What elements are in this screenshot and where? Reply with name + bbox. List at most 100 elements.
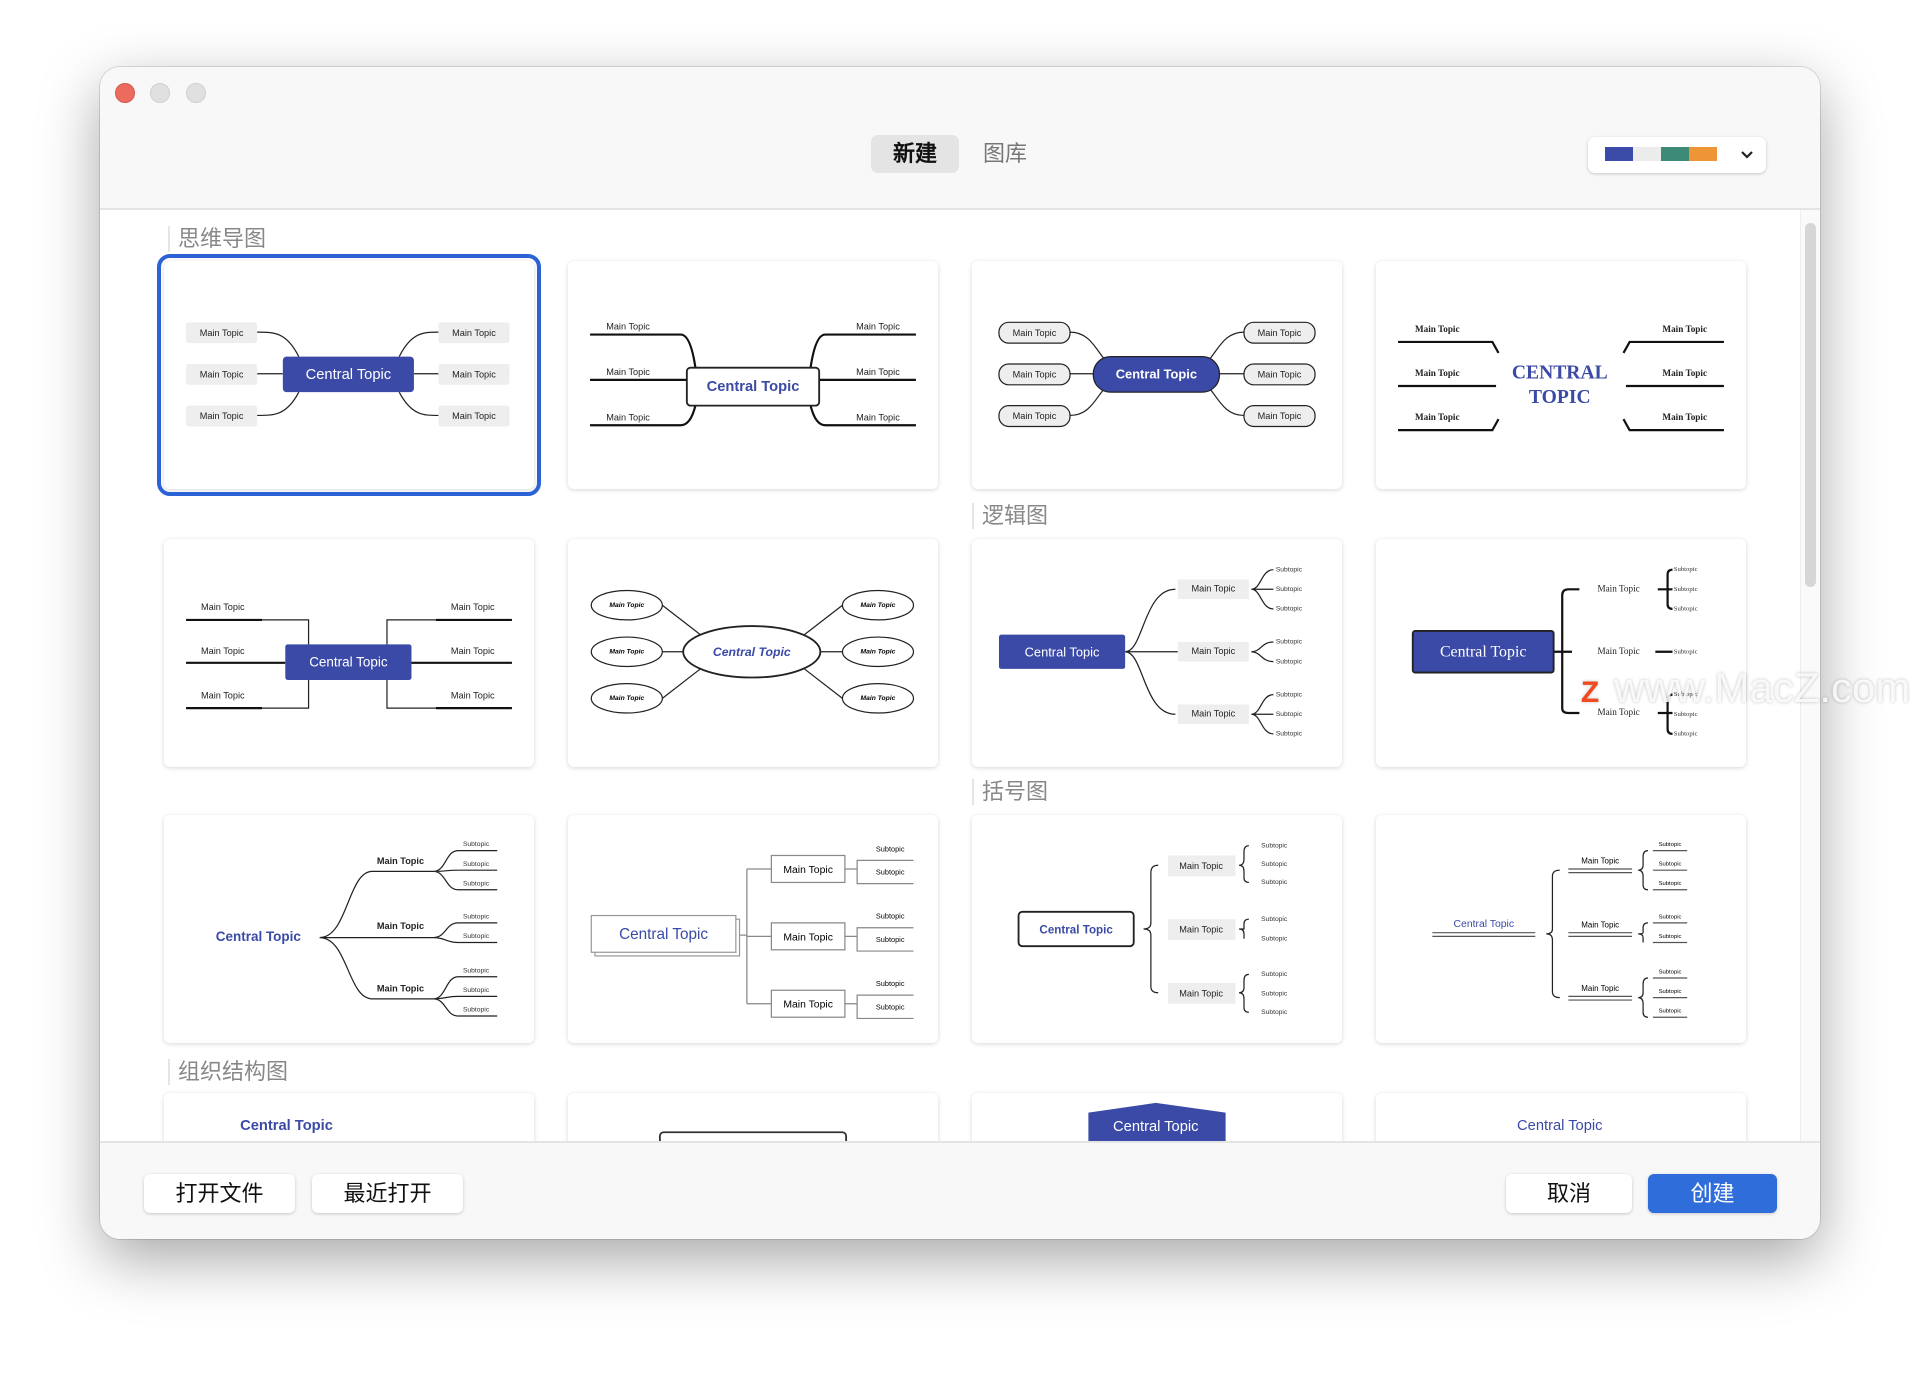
template-card-logic-3[interactable]: Central Topic Main Topic Main Topic Main…: [164, 815, 534, 1043]
subtopic-label: Subtopic: [1659, 881, 1682, 887]
main-topic-label: Main Topic: [201, 602, 245, 612]
template-card-mindmap-2[interactable]: Central Topic Main Topic Main Topic Main…: [568, 261, 938, 489]
template-preview: Central Topic Main Topic Main Topic Main…: [186, 602, 512, 710]
main-topic-label: Main Topic: [1415, 412, 1460, 422]
minimize-button[interactable]: [150, 83, 170, 103]
central-topic-node: [658, 1131, 848, 1141]
subtopic-label: Subtopic: [463, 914, 490, 921]
main-topic-label: Main Topic: [861, 602, 896, 609]
footer-bar: 打开文件 最近打开 取消 创建: [100, 1141, 1820, 1239]
main-topic-label: Main Topic: [1258, 369, 1302, 379]
main-topic-label: Main Topic: [200, 411, 244, 421]
subtopic-label: Subtopic: [463, 880, 490, 887]
central-topic-label: Central Topic: [1517, 1118, 1602, 1134]
new-document-window: 新建 图库 思维导图 逻辑图 括号图 组织结构图 Central Topic M…: [100, 67, 1820, 1239]
subtopic-label: Subtopic: [463, 987, 490, 994]
main-topic-label: Main Topic: [377, 856, 424, 866]
watermark: Zwww.MacZ.com: [1572, 664, 1910, 712]
subtopic-label: Subtopic: [1261, 842, 1288, 849]
template-card-org-3[interactable]: Central Topic: [972, 1093, 1342, 1141]
central-topic-label: Central Topic: [619, 926, 708, 943]
subtopic-label: Subtopic: [463, 933, 490, 940]
central-topic-label: Central Topic: [240, 1118, 333, 1134]
template-card-bracket-2[interactable]: Central Topic Main Topic Main Topic Main…: [1376, 815, 1746, 1043]
close-button[interactable]: [115, 83, 135, 103]
open-file-button[interactable]: 打开文件: [144, 1174, 295, 1213]
template-card-bracket-1[interactable]: Central Topic Main Topic Main Topic Main…: [972, 815, 1342, 1043]
main-topic-label: Main Topic: [1013, 411, 1057, 421]
main-topic-label: Main Topic: [856, 412, 900, 422]
subtopic-label: Subtopic: [876, 935, 905, 944]
central-topic-label: Central Topic: [309, 654, 388, 669]
template-preview: Central Topic Main Topic Main Topic Main…: [590, 589, 915, 714]
scrollbar-thumb[interactable]: [1805, 223, 1816, 587]
watermark-logo: Z: [1572, 675, 1608, 711]
main-topic-label: Main Topic: [861, 649, 896, 656]
template-card-mindmap-1[interactable]: Central Topic Main Topic Main Topic Main…: [157, 254, 541, 496]
theme-color-picker[interactable]: [1588, 137, 1766, 173]
subtopic-label: Subtopic: [1261, 936, 1288, 943]
subtopic-label: Subtopic: [463, 967, 490, 974]
template-preview: Central Topic Main Topic Main Topic Main…: [1017, 842, 1288, 1016]
main-topic-label: Main Topic: [1258, 411, 1302, 421]
template-card-logic-1[interactable]: Central Topic Main Topic Main Topic Main…: [972, 539, 1342, 767]
subtopic-label: Subtopic: [1659, 914, 1682, 920]
template-preview: Central Topic Main Topic Main Topic Main…: [590, 844, 914, 1020]
central-topic-label: CENTRAL: [1512, 362, 1608, 383]
cancel-button[interactable]: 取消: [1506, 1174, 1632, 1213]
zoom-button[interactable]: [186, 83, 206, 103]
template-preview: [658, 1131, 848, 1141]
subtopic-label: Subtopic: [876, 1002, 905, 1011]
tab-new[interactable]: 新建: [871, 135, 959, 173]
template-preview: Central Topic Main Topic Main Topic Main…: [998, 321, 1316, 428]
template-card-mindmap-6[interactable]: Central Topic Main Topic Main Topic Main…: [568, 539, 938, 767]
subtopic-label: Subtopic: [1261, 991, 1288, 998]
main-topic-label: Main Topic: [1581, 984, 1619, 993]
section-bracket-map: 括号图: [972, 779, 1048, 805]
main-topic-label: Main Topic: [783, 932, 833, 943]
central-topic-label: Central Topic: [1113, 1119, 1198, 1135]
subtopic-label: Subtopic: [1261, 879, 1288, 886]
subtopic-label: Subtopic: [1659, 934, 1682, 940]
main-topic-label: Main Topic: [783, 865, 833, 876]
main-topic-label: Main Topic: [1415, 368, 1460, 378]
main-topic-label: Main Topic: [1581, 920, 1619, 929]
subtopic-label: Subtopic: [1276, 711, 1303, 718]
central-topic-label: Central Topic: [306, 367, 391, 383]
subtopic-label: Subtopic: [1276, 639, 1303, 646]
template-preview: Central Topic Main Topic Main Topic Main…: [590, 322, 916, 427]
subtopic-label: Subtopic: [1261, 916, 1288, 923]
subtopic-label: Subtopic: [1659, 862, 1682, 868]
subtopic-label: Subtopic: [463, 841, 490, 848]
central-topic-label: Central Topic: [713, 645, 791, 659]
tab-gallery[interactable]: 图库: [970, 135, 1040, 173]
main-topic-label: Main Topic: [1415, 324, 1460, 334]
subtopic-label: Subtopic: [1674, 586, 1698, 593]
main-topic-label: Main Topic: [609, 695, 644, 702]
create-button[interactable]: 创建: [1648, 1174, 1777, 1213]
template-card-mindmap-4[interactable]: CENTRAL TOPIC Main Topic Main Topic Main…: [1376, 261, 1746, 489]
section-mind-map: 思维导图: [168, 226, 266, 252]
main-topic-label: Main Topic: [1662, 368, 1707, 378]
main-topic-label: Main Topic: [377, 983, 424, 993]
main-topic-label: Main Topic: [856, 322, 900, 332]
template-card-logic-2[interactable]: Central Topic Main Topic Main Topic Main…: [1376, 539, 1746, 767]
template-card-mindmap-3[interactable]: Central Topic Main Topic Main Topic Main…: [972, 261, 1342, 489]
template-preview: CENTRAL TOPIC Main Topic Main Topic Main…: [1398, 324, 1724, 432]
main-topic-label: Main Topic: [1192, 646, 1236, 656]
template-preview: Central Topic Main Topic Main Topic Main…: [1432, 842, 1688, 1018]
template-card-org-1[interactable]: Central Topic: [164, 1093, 534, 1141]
template-card-org-2[interactable]: [568, 1093, 938, 1141]
color-swatch: [1689, 147, 1717, 161]
main-topic-label: Main Topic: [451, 690, 495, 700]
template-preview: Central Topic Main Topic Main Topic Main…: [998, 566, 1303, 738]
recent-files-button[interactable]: 最近打开: [312, 1174, 463, 1213]
subtopic-label: Subtopic: [1674, 566, 1698, 573]
central-topic-label: Central Topic: [707, 379, 800, 395]
template-card-mindmap-5[interactable]: Central Topic Main Topic Main Topic Main…: [164, 539, 534, 767]
main-topic-label: Main Topic: [377, 921, 424, 931]
template-card-logic-4[interactable]: Central Topic Main Topic Main Topic Main…: [568, 815, 938, 1043]
central-topic-label: Central Topic: [216, 929, 302, 944]
template-card-org-4[interactable]: Central Topic: [1376, 1093, 1746, 1141]
main-topic-label: Main Topic: [1013, 369, 1057, 379]
